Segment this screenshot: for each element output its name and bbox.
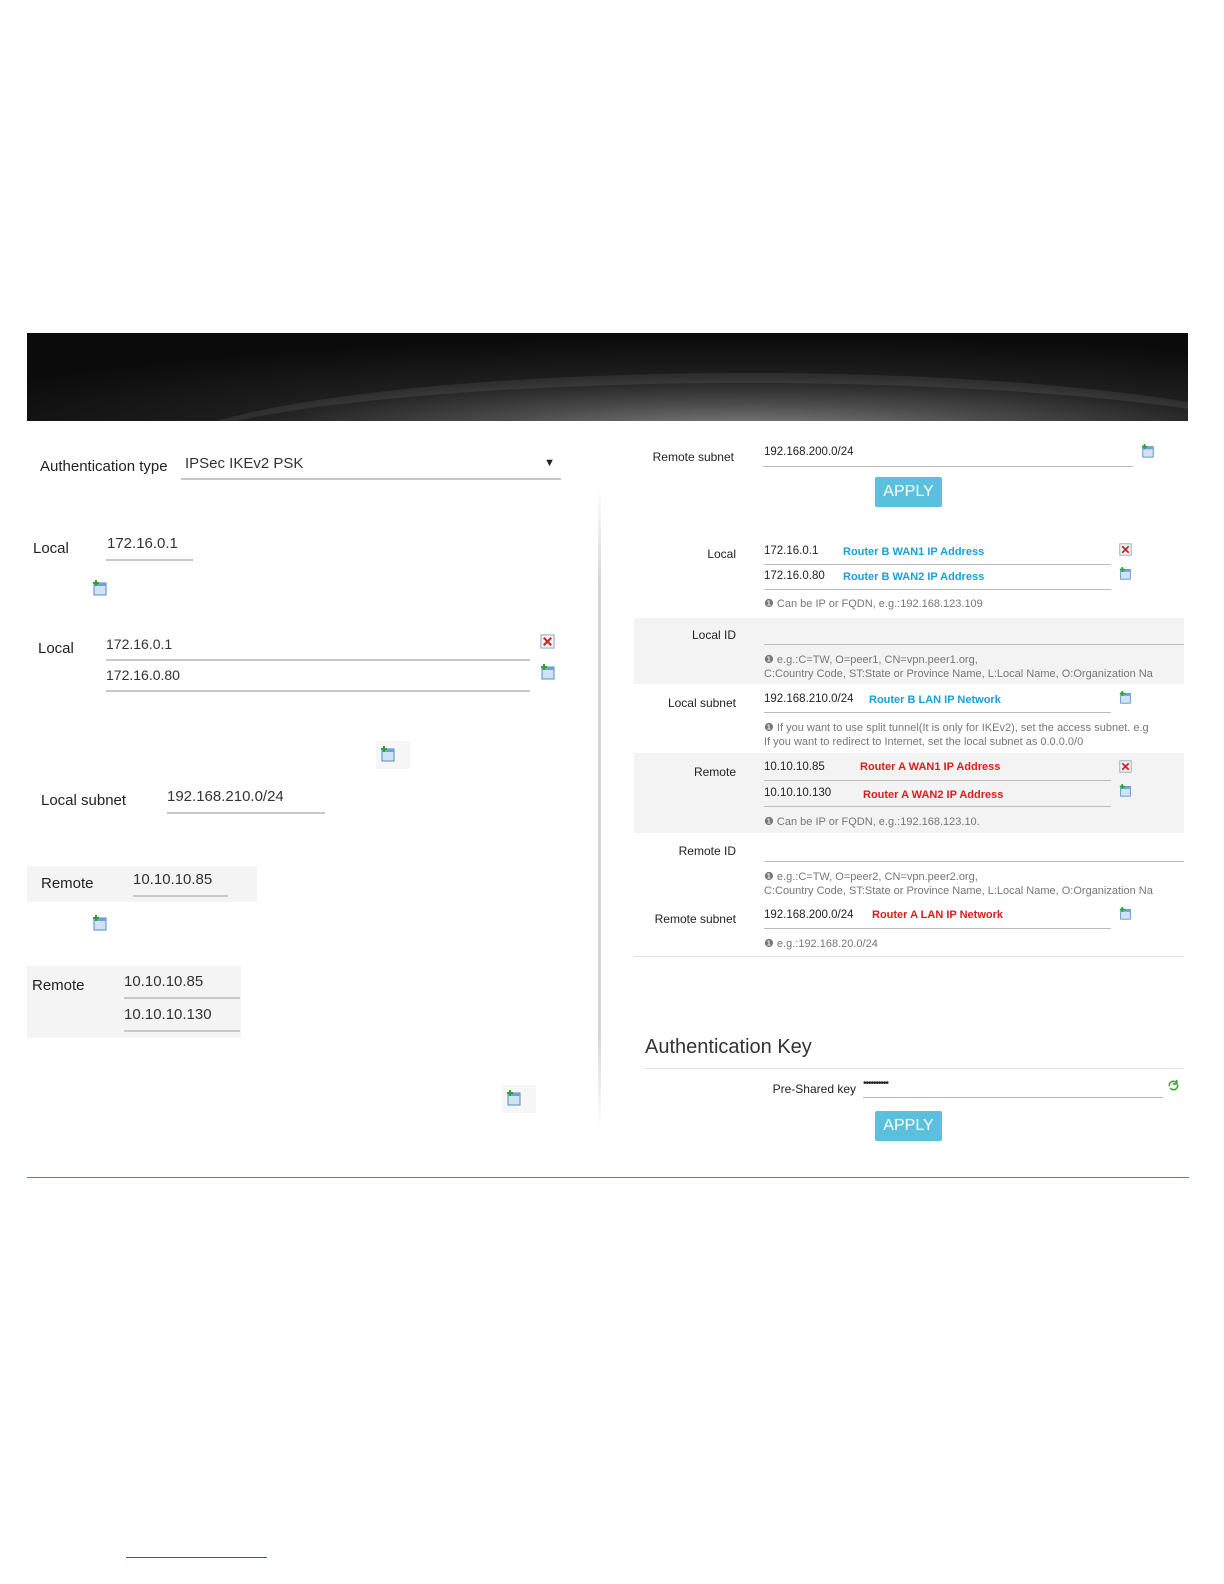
apply-button[interactable]: APPLY bbox=[875, 477, 942, 507]
local-id-help: ❶ e.g.:C=TW, O=peer1, CN=vpn.peer1.org, … bbox=[764, 654, 1153, 680]
remote-multi-label: Remote bbox=[32, 977, 85, 994]
remote-subnet-top-input[interactable]: 192.168.200.0/24 bbox=[763, 446, 1133, 467]
add-icon[interactable] bbox=[1119, 567, 1135, 583]
local-id-input[interactable] bbox=[764, 626, 1184, 645]
header-banner-swoosh bbox=[27, 333, 1188, 421]
remote-subnet-value-right: 192.168.200.0/24 bbox=[764, 909, 854, 921]
local-input[interactable]: 172.16.0.1 bbox=[106, 535, 193, 561]
local-note-1: Router B WAN1 IP Address bbox=[843, 546, 985, 558]
auth-type-select[interactable]: IPSec IKEv2 PSK ▼ bbox=[181, 452, 561, 480]
info-icon: ❶ bbox=[764, 816, 777, 828]
remote-note-2: Router A WAN2 IP Address bbox=[863, 789, 1004, 801]
section-divider bbox=[634, 956, 1184, 957]
local-value-1-right: 172.16.0.1 bbox=[764, 545, 819, 557]
remote-subnet-help: ❶ e.g.:192.168.20.0/24 bbox=[764, 938, 878, 950]
local-input-1-right[interactable]: 172.16.0.1 Router B WAN1 IP Address bbox=[764, 545, 1111, 565]
remote-subnet-top-value: 192.168.200.0/24 bbox=[764, 446, 854, 458]
local-subnet-label: Local subnet bbox=[41, 792, 127, 809]
add-icon[interactable] bbox=[1141, 444, 1157, 460]
local-subnet-input[interactable]: 192.168.210.0/24 bbox=[167, 788, 325, 814]
local-subnet-label-right: Local subnet bbox=[667, 696, 736, 710]
remote-input-value: 10.10.10.85 bbox=[133, 871, 213, 888]
remote-id-label: Remote ID bbox=[678, 844, 736, 858]
local-multi-label: Local bbox=[38, 640, 74, 657]
local-help: ❶ Can be IP or FQDN, e.g.:192.168.123.10… bbox=[764, 598, 983, 610]
remote-input-2-right[interactable]: 10.10.10.130 Router A WAN2 IP Address bbox=[764, 787, 1111, 807]
refresh-icon[interactable] bbox=[1167, 1079, 1180, 1097]
remote-input[interactable]: 10.10.10.85 bbox=[133, 871, 228, 897]
local-subnet-value-right: 192.168.210.0/24 bbox=[764, 693, 854, 705]
auth-type-label: Authentication type bbox=[40, 458, 168, 475]
add-button[interactable] bbox=[502, 1085, 536, 1113]
local-subnet-value: 192.168.210.0/24 bbox=[167, 788, 284, 805]
local-subnet-note: Router B LAN IP Network bbox=[869, 694, 1001, 706]
local-label: Local bbox=[33, 540, 69, 557]
delete-icon[interactable] bbox=[1119, 543, 1132, 556]
remote-multi-value-2: 10.10.10.130 bbox=[124, 1006, 212, 1023]
apply-button[interactable]: APPLY bbox=[875, 1111, 942, 1141]
local-subnet-input-right[interactable]: 192.168.210.0/24 Router B LAN IP Network bbox=[764, 693, 1111, 713]
local-id-label: Local ID bbox=[691, 628, 736, 642]
add-icon[interactable] bbox=[1119, 691, 1135, 707]
auth-key-heading: Authentication Key bbox=[645, 1036, 812, 1058]
psk-value: •••••••••• bbox=[863, 1078, 889, 1089]
local-multi-input-1[interactable]: 172.16.0.1 bbox=[106, 636, 530, 661]
add-icon[interactable] bbox=[1119, 907, 1135, 923]
info-icon: ❶ bbox=[764, 871, 777, 883]
info-icon: ❶ bbox=[764, 598, 777, 610]
psk-input[interactable]: •••••••••• bbox=[863, 1078, 1163, 1098]
info-icon: ❶ bbox=[764, 654, 777, 666]
info-icon: ❶ bbox=[764, 722, 777, 734]
local-multi-input-2[interactable]: 172.16.0.80 bbox=[106, 667, 530, 692]
delete-icon[interactable] bbox=[540, 634, 555, 649]
remote-help: ❶ Can be IP or FQDN, e.g.:192.168.123.10… bbox=[764, 816, 980, 828]
footer-link-underline[interactable] bbox=[126, 1557, 267, 1558]
remote-input-1-right[interactable]: 10.10.10.85 Router A WAN1 IP Address bbox=[764, 761, 1111, 781]
remote-label-right: Remote bbox=[693, 765, 736, 779]
chevron-down-icon: ▼ bbox=[544, 457, 555, 469]
auth-type-value: IPSec IKEv2 PSK bbox=[185, 455, 304, 472]
remote-value-1-right: 10.10.10.85 bbox=[764, 761, 825, 773]
remote-multi-input-1[interactable]: 10.10.10.85 bbox=[124, 973, 240, 999]
local-subnet-help: ❶ If you want to use split tunnel(It is … bbox=[764, 722, 1149, 748]
remote-subnet-note: Router A LAN IP Network bbox=[872, 909, 1003, 921]
remote-id-input[interactable] bbox=[764, 843, 1184, 862]
delete-icon[interactable] bbox=[1119, 760, 1132, 773]
add-icon[interactable] bbox=[1119, 784, 1135, 800]
remote-id-help: ❶ e.g.:C=TW, O=peer2, CN=vpn.peer2.org, … bbox=[764, 871, 1153, 897]
local-multi-value-1: 172.16.0.1 bbox=[106, 636, 173, 652]
local-label-right: Local bbox=[707, 547, 736, 561]
psk-label: Pre-Shared key bbox=[772, 1082, 856, 1096]
remote-value-2-right: 10.10.10.130 bbox=[764, 787, 832, 799]
add-button[interactable] bbox=[376, 741, 410, 769]
remote-multi-input-2[interactable]: 10.10.10.130 bbox=[124, 1006, 240, 1032]
remote-multi-value-1: 10.10.10.85 bbox=[124, 973, 204, 990]
add-icon[interactable] bbox=[540, 664, 556, 680]
page-rule bbox=[27, 1177, 1189, 1178]
local-input-2-right[interactable]: 172.16.0.80 Router B WAN2 IP Address bbox=[764, 570, 1111, 590]
remote-note-1: Router A WAN1 IP Address bbox=[860, 761, 1001, 773]
info-icon: ❶ bbox=[764, 938, 777, 950]
remote-label: Remote bbox=[41, 875, 94, 892]
remote-subnet-input-right[interactable]: 192.168.200.0/24 Router A LAN IP Network bbox=[764, 909, 1111, 929]
column-divider bbox=[598, 488, 601, 1128]
remote-subnet-label-right: Remote subnet bbox=[654, 912, 736, 926]
remote-subnet-top-label: Remote subnet bbox=[652, 450, 734, 464]
local-value-2-right: 172.16.0.80 bbox=[764, 570, 825, 582]
local-note-2: Router B WAN2 IP Address bbox=[843, 571, 985, 583]
add-icon bbox=[380, 746, 396, 762]
add-icon[interactable] bbox=[92, 580, 108, 596]
local-input-value: 172.16.0.1 bbox=[107, 535, 178, 552]
local-multi-value-2: 172.16.0.80 bbox=[106, 667, 180, 683]
add-icon bbox=[506, 1090, 522, 1106]
add-icon[interactable] bbox=[92, 915, 108, 931]
auth-key-divider bbox=[645, 1068, 1184, 1069]
